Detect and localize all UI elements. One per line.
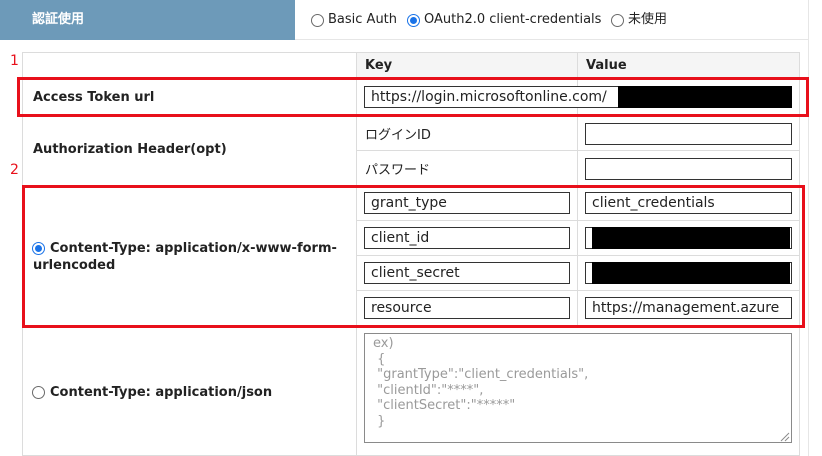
highlight-box-form-params bbox=[22, 185, 805, 328]
auth-option-basic[interactable]: Basic Auth bbox=[311, 11, 397, 29]
login-id-input[interactable] bbox=[585, 123, 792, 145]
header-value: Value bbox=[586, 58, 627, 73]
auth-option-oauth2-label: OAuth2.0 client-credentials bbox=[424, 12, 602, 27]
password-label: パスワード bbox=[365, 163, 431, 178]
login-id-label: ログインID bbox=[365, 128, 431, 143]
radio-icon[interactable] bbox=[32, 386, 45, 399]
right-edge-column bbox=[808, 0, 822, 456]
radio-icon[interactable] bbox=[311, 13, 324, 27]
auth-option-basic-label: Basic Auth bbox=[328, 12, 398, 27]
auth-option-oauth2[interactable]: OAuth2.0 client-credentials bbox=[407, 11, 601, 29]
row-divider bbox=[356, 150, 800, 151]
json-body-textarea[interactable]: ex) { "grantType":"client_credentials", … bbox=[364, 333, 792, 443]
resize-grip-icon[interactable] bbox=[779, 431, 790, 442]
step-number-1: 1 bbox=[10, 53, 19, 69]
highlight-box-access-token bbox=[17, 77, 809, 117]
json-label: Content-Type: application/json bbox=[50, 385, 273, 400]
header-key: Key bbox=[365, 58, 393, 73]
password-input[interactable] bbox=[585, 158, 792, 180]
json-radio[interactable] bbox=[32, 386, 45, 399]
radio-icon[interactable] bbox=[611, 13, 624, 27]
radio-checked-icon[interactable] bbox=[407, 13, 420, 27]
auth-option-none[interactable]: 未使用 bbox=[611, 11, 667, 29]
auth-option-none-label: 未使用 bbox=[628, 12, 668, 27]
auth-section-title: 認証使用 bbox=[32, 12, 85, 27]
auth-header-label: Authorization Header(opt) bbox=[33, 142, 227, 157]
step-number-2: 2 bbox=[10, 162, 19, 178]
